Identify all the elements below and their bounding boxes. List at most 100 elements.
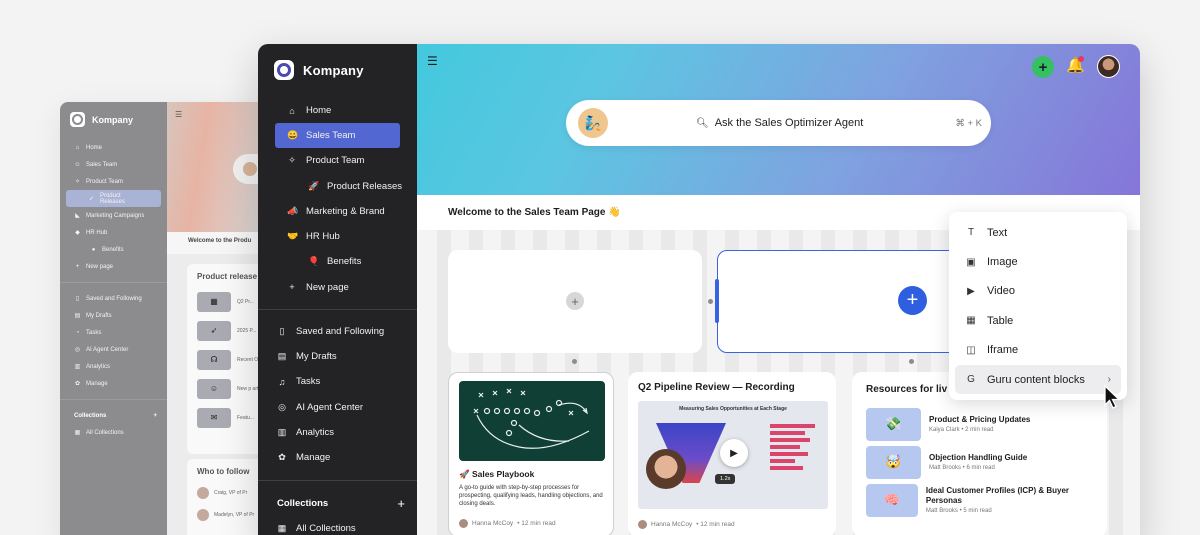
sidebar-item-my-drafts[interactable]: ▤ My Drafts bbox=[258, 344, 417, 369]
pipeline-meta: Hanna McCoy • 12 min read bbox=[638, 520, 735, 529]
bar-graphic bbox=[770, 421, 820, 473]
background-sidebar-item-new-page: + New page bbox=[75, 263, 114, 270]
playbook-description: A go-to guide with step-by-step processe… bbox=[459, 485, 603, 508]
sidebar-item-label: Saved and Following bbox=[296, 325, 385, 337]
sales-team-icon: 😀 bbox=[287, 130, 299, 141]
menu-item-table[interactable]: ▦ Table bbox=[955, 306, 1121, 335]
benefits-icon: 🎈 bbox=[308, 256, 320, 267]
background-sidebar-item-tasks: ◔ Tasks bbox=[75, 329, 102, 336]
sidebar-item-tasks[interactable]: ♫ Tasks bbox=[258, 369, 417, 394]
search-bar[interactable]: 🧞 🔍︎ Ask the Sales Optimizer Agent ⌘ + K bbox=[566, 100, 991, 146]
product-releases-icon: 🚀 bbox=[308, 180, 320, 191]
empty-block[interactable]: + bbox=[448, 250, 702, 353]
sidebar-item-home[interactable]: ⌂ Home bbox=[258, 98, 417, 123]
sidebar-item-label: Product Team bbox=[306, 155, 365, 167]
sidebar-item-marketing-brand[interactable]: 📣 Marketing & Brand bbox=[258, 199, 417, 224]
notification-badge bbox=[1078, 56, 1084, 62]
background-new-page-icon: + bbox=[75, 263, 80, 270]
sidebar: Kompany ⌂ Home 😀 Sales Team ✧ Product Team 🚀 Pr… bbox=[258, 44, 417, 535]
drag-handle-dot[interactable] bbox=[708, 299, 713, 304]
user-avatar[interactable] bbox=[1097, 55, 1120, 78]
sidebar-item-new-page[interactable]: + New page bbox=[258, 275, 417, 300]
sidebar-item-label: AI Agent Center bbox=[296, 401, 364, 413]
kompany-logo-icon[interactable] bbox=[274, 60, 294, 80]
background-my-drafts-icon: ▤ bbox=[74, 313, 81, 319]
resource-item[interactable]: 🤯 Objection Handling Guide Matt Brooks • 6… bbox=[866, 443, 1097, 481]
playbook-meta: Hanna McCoy • 12 min read bbox=[459, 519, 556, 528]
guru-content-blocks-icon: G bbox=[967, 374, 975, 386]
video-heading: Measuring Sales Opportunities at Each St… bbox=[679, 406, 787, 412]
sidebar-item-label: Tasks bbox=[296, 376, 321, 388]
sidebar-item-analytics[interactable]: ▥ Analytics bbox=[258, 420, 417, 445]
sidebar-item-benefits[interactable]: 🎈 Benefits bbox=[258, 249, 417, 274]
resource-thumbnail: 🧠 bbox=[866, 483, 918, 517]
keyboard-shortcut: ⌘ + K bbox=[955, 117, 982, 129]
menu-item-label: Table bbox=[987, 314, 1014, 327]
playback-speed[interactable]: 1.2x bbox=[715, 474, 736, 484]
create-new-button[interactable]: + bbox=[1032, 56, 1054, 78]
drag-handle-dot[interactable] bbox=[572, 359, 577, 364]
resource-item[interactable]: 💸 Product & Pricing Updates Kaiya Clark • … bbox=[866, 405, 1097, 443]
avatar bbox=[197, 487, 209, 499]
menu-item-image[interactable]: ▣ Image bbox=[955, 247, 1121, 276]
menu-item-label: Video bbox=[987, 285, 1015, 298]
background-menu-icon: ☰ bbox=[175, 110, 183, 119]
resource-item[interactable]: 🧠 Ideal Customer Profiles (ICP) & Buyer P… bbox=[866, 481, 1097, 519]
background-thumb: ➶ bbox=[197, 320, 231, 341]
sidebar-item-sales-team[interactable]: 😀 Sales Team bbox=[275, 123, 400, 149]
collections-header: Collections + bbox=[277, 495, 405, 511]
background-window: Kompany ⌂ Home ☺ Sales Team ✧ Product Team ➶ Pr… bbox=[60, 102, 290, 535]
background-thumb: ☊ bbox=[197, 349, 231, 370]
sidebar-item-hr-hub[interactable]: 🤝 HR Hub bbox=[258, 224, 417, 249]
resize-handle[interactable] bbox=[715, 279, 719, 323]
sidebar-item-label: New page bbox=[306, 281, 349, 293]
sidebar-item-label: Manage bbox=[296, 452, 331, 464]
background-hr-hub-icon: ◆ bbox=[75, 230, 80, 236]
mouse-cursor-icon bbox=[1104, 385, 1121, 409]
resource-thumbnail: 🤯 bbox=[866, 445, 921, 479]
background-sidebar-item-ai-agent-center: ◎ AI Agent Center bbox=[74, 346, 129, 354]
sales-playbook-card[interactable]: 🚀 Sales Playbook A go-to guide with step… bbox=[448, 372, 614, 535]
add-block-button[interactable]: + bbox=[898, 286, 927, 315]
add-block-icon[interactable]: + bbox=[566, 292, 584, 310]
menu-item-iframe[interactable]: ◫ Iframe bbox=[955, 336, 1121, 365]
background-sidebar-item-benefits: ● Benefits bbox=[91, 246, 124, 253]
background-product-team-icon: ✧ bbox=[74, 179, 81, 185]
background-sidebar-item-my-drafts: ▤ My Drafts bbox=[74, 312, 112, 320]
background-manage-icon: ✿ bbox=[74, 381, 81, 387]
iframe-icon: ◫ bbox=[966, 344, 976, 356]
image-icon: ▣ bbox=[966, 256, 976, 268]
menu-item-video[interactable]: ▶ Video bbox=[955, 277, 1121, 306]
sidebar-item-saved-and-following[interactable]: ▯ Saved and Following bbox=[258, 319, 417, 344]
background-tasks-icon: ◔ bbox=[75, 329, 80, 336]
playbook-chalkboard-image bbox=[459, 381, 605, 461]
sidebar-item-manage[interactable]: ✿ Manage bbox=[258, 445, 417, 470]
background-logo-icon bbox=[70, 112, 85, 127]
selected-empty-block[interactable]: + bbox=[715, 250, 962, 353]
resource-meta: Kaiya Clark • 2 min read bbox=[929, 427, 994, 434]
hero-banner: ☰ + 🔔 🧞 🔍︎ Ask the Sales Optimizer Agent… bbox=[417, 44, 1140, 195]
drag-handle-dot[interactable] bbox=[909, 359, 914, 364]
sidebar-item-product-team[interactable]: ✧ Product Team bbox=[258, 148, 417, 173]
background-sidebar-item-marketing-campaigns: ◣ Marketing Campaigns bbox=[75, 212, 145, 220]
hamburger-menu-icon[interactable]: ☰ bbox=[427, 54, 438, 68]
sidebar-item-ai-agent-center[interactable]: ◎ AI Agent Center bbox=[258, 395, 417, 420]
menu-item-text[interactable]: T Text bbox=[955, 218, 1121, 247]
video-player[interactable]: Measuring Sales Opportunities at Each St… bbox=[638, 401, 828, 509]
resource-title: Objection Handling Guide bbox=[929, 452, 1028, 462]
search-placeholder[interactable]: Ask the Sales Optimizer Agent bbox=[715, 117, 864, 129]
menu-item-label: Guru content blocks bbox=[987, 373, 1085, 386]
resource-title: Ideal Customer Profiles (ICP) & Buyer Pe… bbox=[925, 485, 1070, 505]
play-icon[interactable]: ▶ bbox=[720, 439, 748, 467]
sidebar-divider bbox=[258, 480, 417, 482]
notifications-bell-icon[interactable]: 🔔 bbox=[1066, 56, 1085, 78]
sidebar-item-all-collections[interactable]: ▦ All Collections bbox=[258, 516, 417, 535]
sidebar-item-label: Analytics bbox=[296, 426, 335, 438]
sidebar-item-label: Product Releases bbox=[327, 180, 402, 192]
pipeline-review-card[interactable]: Q2 Pipeline Review — Recording Measuring… bbox=[628, 372, 836, 535]
sidebar-item-label: Marketing & Brand bbox=[306, 205, 385, 217]
background-thumb: ☺ bbox=[197, 378, 231, 399]
menu-item-guru-content-blocks[interactable]: G Guru content blocks › bbox=[955, 364, 1121, 395]
add-collection-button[interactable]: + bbox=[397, 496, 405, 511]
sidebar-item-product-releases[interactable]: 🚀 Product Releases bbox=[258, 174, 417, 199]
